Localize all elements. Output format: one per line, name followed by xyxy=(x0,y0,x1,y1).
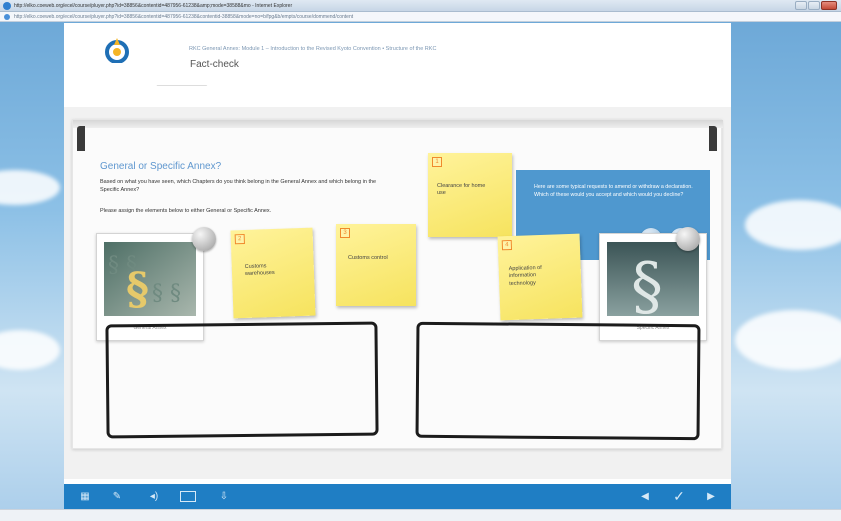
note-text: Clearance for home use xyxy=(437,183,486,197)
course-header: RKC General Annex: Module 1 – Introducti… xyxy=(64,23,731,107)
check-icon[interactable]: ✓ xyxy=(670,489,688,504)
wco-logo-icon xyxy=(105,38,129,63)
pin-icon xyxy=(676,227,700,251)
browser-icon xyxy=(3,2,11,10)
title-underline xyxy=(156,68,222,86)
sticky-note[interactable]: 3 Customs control xyxy=(336,224,416,306)
player-toolbar: ▦ ✎ ◂) ⇩ ◀ ✓ ▶ xyxy=(64,484,731,509)
activity-question: Based on what you have seen, which Chapt… xyxy=(100,179,377,193)
cloud-decoration xyxy=(735,310,841,370)
note-text: Application of information technology xyxy=(508,264,542,287)
activity-instruction: Please assign the elements below to eith… xyxy=(100,208,272,214)
pin-icon xyxy=(192,227,216,251)
note-text: Customs control xyxy=(348,255,388,261)
audio-icon[interactable]: ◂) xyxy=(146,489,162,504)
transcript-icon[interactable] xyxy=(178,489,198,504)
svg-text:§ §: § § xyxy=(152,281,181,306)
window-title-bar: http://elko.coeweb.org/ecel/course/pluye… xyxy=(0,0,841,12)
menu-grid-icon[interactable]: ▦ xyxy=(78,489,92,504)
specific-annex-dropzone[interactable] xyxy=(415,321,701,441)
sticky-note[interactable]: 1 Clearance for home use xyxy=(428,153,512,237)
address-bar[interactable]: http://elko.coeweb.org/ecel/course/pluye… xyxy=(0,12,841,22)
breadcrumb: RKC General Annex: Module 1 – Introducti… xyxy=(189,46,437,52)
note-number: 4 xyxy=(501,239,513,251)
board-clip-right xyxy=(709,126,717,151)
cloud-decoration xyxy=(0,330,60,370)
window-title: http://elko.coeweb.org/ecel/course/pluye… xyxy=(14,3,293,9)
board-rim xyxy=(73,120,723,128)
note-number: 2 xyxy=(234,233,245,245)
sticky-note[interactable]: 4 Application of information technology xyxy=(497,233,583,321)
note-text: Customs warehouses xyxy=(244,263,275,278)
course-page: RKC General Annex: Module 1 – Introducti… xyxy=(64,23,731,509)
notes-icon[interactable]: ✎ xyxy=(110,489,124,504)
minimize-button[interactable] xyxy=(795,1,807,10)
prev-icon[interactable]: ◀ xyxy=(638,489,652,504)
maximize-button[interactable] xyxy=(808,1,820,10)
info-text: Here are some typical requests to amend … xyxy=(534,184,693,198)
sticky-note[interactable]: 2 Customs warehouses xyxy=(230,227,316,319)
activity-title: General or Specific Annex? xyxy=(100,161,222,172)
browser-status-bar xyxy=(0,509,841,521)
next-icon[interactable]: ▶ xyxy=(704,489,718,504)
window-controls xyxy=(795,1,837,10)
site-icon xyxy=(4,14,10,20)
activity-stage: General or Specific Annex? Based on what… xyxy=(64,107,731,479)
note-number: 3 xyxy=(340,228,350,238)
general-annex-dropzone[interactable] xyxy=(105,321,379,439)
svg-text:§: § xyxy=(631,250,663,316)
resources-icon[interactable]: ⇩ xyxy=(218,489,230,504)
board-clip-left xyxy=(77,126,85,151)
cloud-decoration xyxy=(745,200,841,250)
svg-text:§: § xyxy=(126,264,149,315)
address-url: http://elko.coeweb.org/ecel/course/pluye… xyxy=(14,14,354,20)
page-title: Fact-check xyxy=(190,59,239,70)
close-button[interactable] xyxy=(821,1,837,10)
note-number: 1 xyxy=(432,157,442,167)
general-annex-image: § § § § § xyxy=(104,242,196,316)
specific-annex-image: § xyxy=(607,242,699,316)
cloud-decoration xyxy=(0,170,60,205)
